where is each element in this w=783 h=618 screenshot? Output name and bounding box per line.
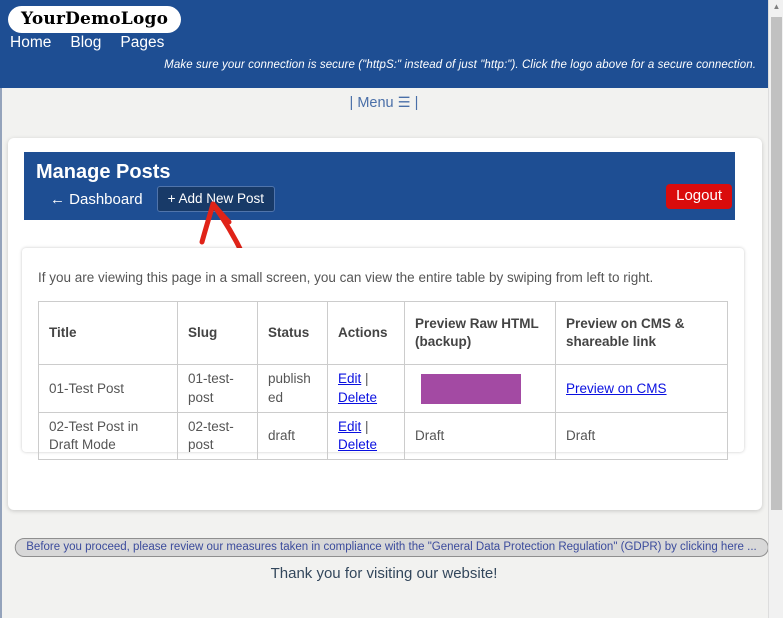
swipe-hint-text: If you are viewing this page in a small … — [38, 270, 728, 285]
post-slug: 02-test-post — [178, 412, 258, 459]
edit-link[interactable]: Edit — [338, 371, 361, 386]
window-edge — [0, 88, 2, 618]
posts-table-card: If you are viewing this page in a small … — [22, 248, 744, 452]
preview-cms-cell: Draft — [556, 412, 728, 459]
scroll-up-arrow-icon[interactable]: ▲ — [769, 2, 783, 11]
post-slug: 01-test-post — [178, 365, 258, 412]
site-logo[interactable]: YourDemoLogo — [8, 6, 181, 33]
scrollbar-thumb[interactable] — [771, 17, 782, 510]
posts-table: Title Slug Status Actions Preview Raw HT… — [38, 301, 728, 460]
page-title: Manage Posts — [36, 161, 735, 184]
page: YourDemoLogo Home Blog Pages Make sure y… — [0, 0, 783, 618]
nav-item-blog[interactable]: Blog — [70, 34, 101, 52]
table-row: 01-Test Post 01-test-post published Edit… — [39, 365, 728, 412]
footer-thanks-text: Thank you for visiting our website! — [0, 565, 768, 582]
post-title: 02-Test Post in Draft Mode — [39, 412, 178, 459]
logout-button[interactable]: Logout — [666, 184, 732, 209]
menu-toggle[interactable]: | Menu ☰ | — [0, 88, 768, 118]
table-header-row: Title Slug Status Actions Preview Raw HT… — [39, 302, 728, 365]
col-header-status: Status — [258, 302, 328, 365]
raw-html-preview-swatch[interactable] — [421, 374, 521, 404]
add-new-post-button[interactable]: + Add New Post — [157, 186, 275, 212]
actions-separator: | — [365, 419, 369, 434]
scrollbar[interactable]: ▲ — [768, 0, 783, 618]
dashboard-back-link[interactable]: ← Dashboard — [50, 191, 143, 208]
actions-separator: | — [365, 371, 369, 386]
post-title: 01-Test Post — [39, 365, 178, 412]
gdpr-notice-link[interactable]: Before you proceed, please review our me… — [14, 538, 768, 557]
main-nav: Home Blog Pages — [10, 34, 164, 52]
post-actions: Edit | Delete — [328, 412, 405, 459]
col-header-slug: Slug — [178, 302, 258, 365]
secure-connection-notice: Make sure your connection is secure ("ht… — [164, 59, 756, 71]
post-status: published — [258, 365, 328, 412]
edit-link[interactable]: Edit — [338, 419, 361, 434]
col-header-preview-raw: Preview Raw HTML (backup) — [405, 302, 556, 365]
manage-posts-panel: Manage Posts ← Dashboard + Add New Post … — [24, 152, 735, 220]
site-header: YourDemoLogo Home Blog Pages Make sure y… — [0, 0, 768, 88]
delete-link[interactable]: Delete — [338, 390, 377, 405]
col-header-title: Title — [39, 302, 178, 365]
post-status: draft — [258, 412, 328, 459]
nav-item-home[interactable]: Home — [10, 34, 51, 52]
preview-raw-cell — [405, 365, 556, 412]
col-header-preview-cms: Preview on CMS & shareable link — [556, 302, 728, 365]
content-card: Manage Posts ← Dashboard + Add New Post … — [8, 138, 762, 510]
table-row: 02-Test Post in Draft Mode 02-test-post … — [39, 412, 728, 459]
preview-raw-cell: Draft — [405, 412, 556, 459]
preview-on-cms-link[interactable]: Preview on CMS — [566, 381, 667, 396]
post-actions: Edit | Delete — [328, 365, 405, 412]
col-header-actions: Actions — [328, 302, 405, 365]
delete-link[interactable]: Delete — [338, 437, 377, 452]
nav-item-pages[interactable]: Pages — [120, 34, 164, 52]
preview-cms-cell: Preview on CMS — [556, 365, 728, 412]
site-logo-text: YourDemoLogo — [21, 9, 168, 29]
